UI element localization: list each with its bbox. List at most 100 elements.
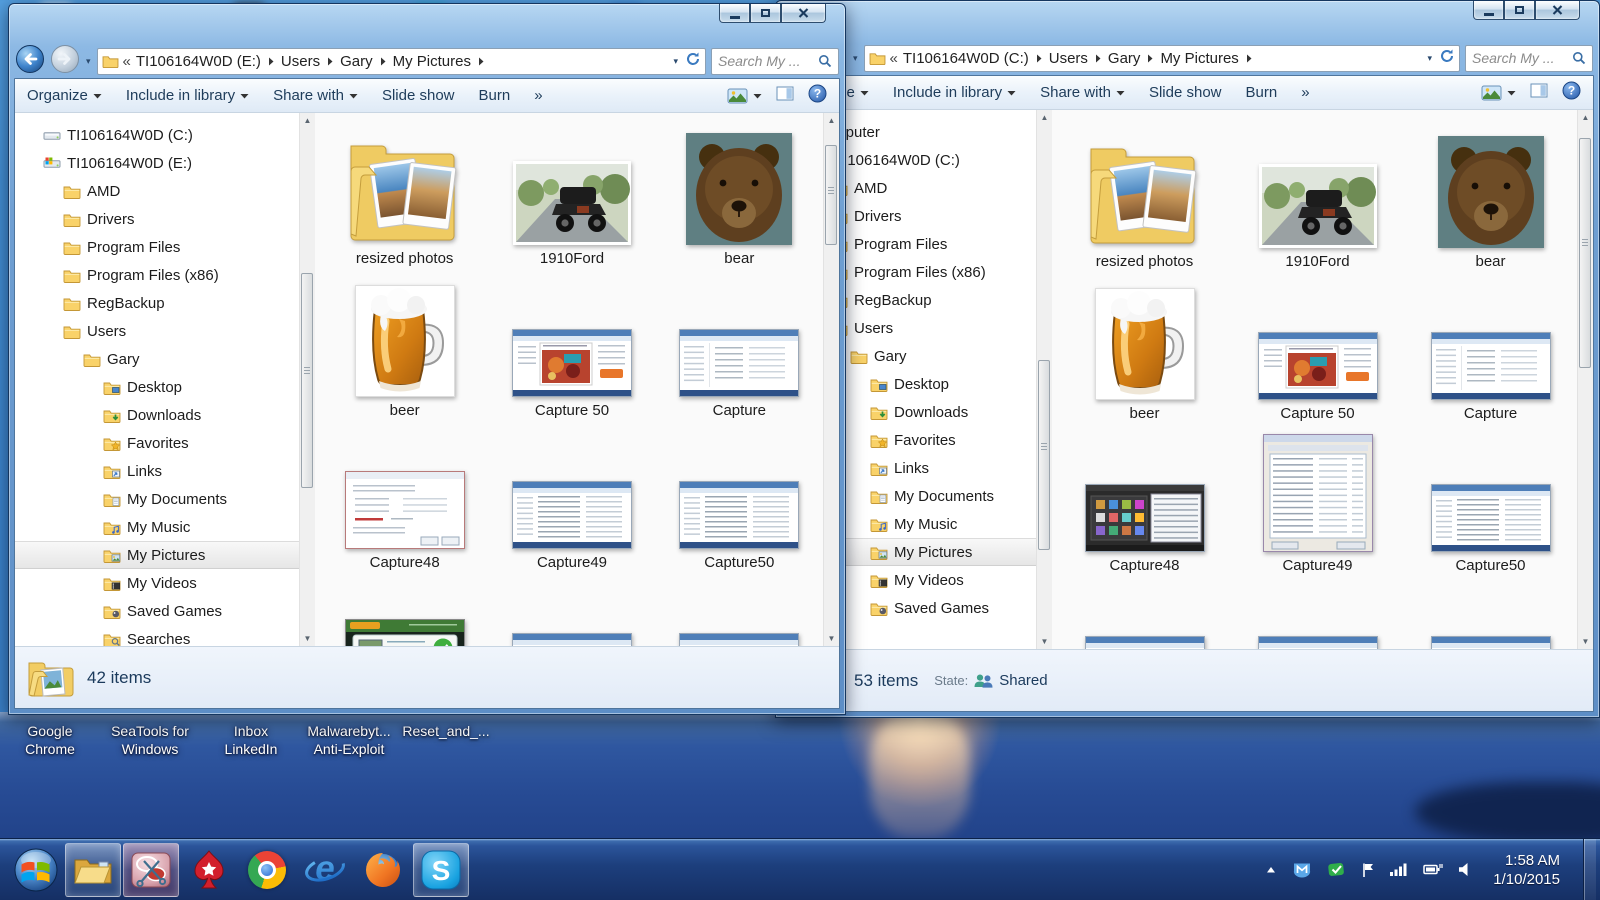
file-item[interactable]: Capture49 [1231,426,1404,578]
taskbar-button-firefox[interactable] [355,843,411,897]
desktop-shortcut-label[interactable]: SeaTools forWindows [92,722,208,758]
file-item[interactable] [1231,578,1404,649]
window-titlebar[interactable] [781,1,1594,41]
toolbar-button[interactable]: Include in library [893,84,1016,101]
taskbar-button-google-chrome[interactable] [239,843,295,897]
taskbar-button-start-orb[interactable] [9,843,63,897]
scroll-up-icon[interactable]: ▲ [1037,110,1052,125]
tray-action-center-flag[interactable] [1361,862,1375,878]
file-item[interactable]: beer [1058,274,1231,426]
desktop-shortcut-label[interactable]: Reset_and_... [388,722,504,740]
file-item[interactable]: bear [656,119,823,271]
breadcrumb-segment[interactable]: My Pictures [393,53,471,70]
file-item[interactable]: Capture50 [656,423,823,575]
close-button[interactable] [781,4,826,23]
tree-item-my-music[interactable]: My Music [15,513,315,541]
tree-item-users[interactable]: Users [15,317,315,345]
taskbar-button-pokerstars[interactable] [181,843,237,897]
close-button[interactable] [1535,1,1580,20]
breadcrumb-segment[interactable]: TI106164W0D (E:) [136,53,261,70]
tray-malwarebytes[interactable] [1292,861,1312,879]
breadcrumb-segment[interactable]: Users [1049,50,1088,67]
toolbar-button[interactable]: » [1301,84,1309,101]
tree-item-downloads[interactable]: Downloads [15,401,315,429]
scroll-down-icon[interactable]: ▼ [300,631,315,646]
tree-item-saved-games[interactable]: Saved Games [15,597,315,625]
search-box[interactable]: Search My ... [1465,45,1593,72]
toolbar-button[interactable]: Share with [273,87,358,104]
taskbar-button-windows-explorer[interactable] [65,843,121,897]
preview-pane-button[interactable] [776,86,794,105]
maximize-button[interactable] [1504,1,1535,20]
toolbar-button[interactable]: Burn [1246,84,1278,101]
toolbar-button[interactable]: » [534,87,542,104]
toolbar-button[interactable]: Slide show [382,87,455,104]
address-bar[interactable]: «TI106164W0D (E:)UsersGaryMy Pictures▾ [97,48,706,75]
toolbar-button[interactable]: Organize [27,87,102,104]
search-box[interactable]: Search My ... [711,48,839,75]
file-item[interactable]: 1910Ford [1231,122,1404,274]
file-item[interactable]: Capture 50 [1231,274,1404,426]
file-item[interactable]: Capture50 [1404,426,1577,578]
file-item[interactable]: 1910Ford [488,119,655,271]
tree-item-my-pictures[interactable]: My Pictures [15,541,315,569]
tree-item-ti106164w0d-e-[interactable]: TI106164W0D (E:) [15,149,315,177]
minimize-button[interactable] [1473,1,1504,20]
views-button[interactable] [727,88,762,104]
back-button[interactable] [15,44,45,79]
scroll-up-icon[interactable]: ▲ [1578,110,1593,125]
file-item[interactable]: resized photos [321,119,488,271]
breadcrumb-segment[interactable]: Gary [340,53,373,70]
tree-item-program-files[interactable]: Program Files [15,233,315,261]
preview-pane-button[interactable] [1530,83,1548,102]
window-titlebar[interactable] [14,4,840,44]
tree-scrollbar[interactable]: ▲▼ [299,113,315,646]
file-item[interactable]: bear [1404,122,1577,274]
forward-button[interactable] [50,44,80,79]
taskbar-button-snipping-tool[interactable] [123,843,179,897]
tree-item-favorites[interactable]: Favorites [15,429,315,457]
file-item[interactable]: Capture48 [1058,426,1231,578]
file-item[interactable] [656,575,823,646]
show-desktop-button[interactable] [1583,839,1596,900]
taskbar-clock[interactable]: 1:58 AM 1/10/2015 [1493,851,1560,889]
tree-item-links[interactable]: Links [15,457,315,485]
toolbar-button[interactable]: Include in library [126,87,249,104]
tree-scrollbar[interactable]: ▲▼ [1036,110,1052,649]
file-item[interactable]: beer [321,271,488,423]
tree-item-searches[interactable]: Searches [15,625,315,646]
breadcrumb-segment[interactable]: Users [281,53,320,70]
tree-item-desktop[interactable]: Desktop [15,373,315,401]
views-button[interactable] [1481,85,1516,101]
content-scrollbar[interactable]: ▲▼ [1577,110,1593,649]
tree-item-my-documents[interactable]: My Documents [15,485,315,513]
taskbar-button-skype[interactable]: S [413,843,469,897]
file-item[interactable]: Capture48 [321,423,488,575]
address-bar[interactable]: «TI106164W0D (C:)UsersGaryMy Pictures▾ [864,45,1460,72]
tree-item-regbackup[interactable]: RegBackup [15,289,315,317]
tree-item-amd[interactable]: AMD [15,177,315,205]
file-item[interactable]: Capture [1404,274,1577,426]
tree-item-gary[interactable]: Gary [15,345,315,373]
address-dropdown[interactable]: ▾ [673,56,678,67]
content-scrollbar[interactable]: ▲▼ [823,113,839,646]
scroll-down-icon[interactable]: ▼ [1578,634,1593,649]
toolbar-button[interactable]: Burn [479,87,511,104]
refresh-button[interactable] [685,51,701,71]
scroll-up-icon[interactable]: ▲ [824,113,839,128]
file-item[interactable] [488,575,655,646]
file-item[interactable] [1058,578,1231,649]
tray-security-ok[interactable] [1327,861,1346,878]
tree-item-ti106164w0d-c-[interactable]: TI106164W0D (C:) [15,121,315,149]
scroll-up-icon[interactable]: ▲ [300,113,315,128]
file-item[interactable] [321,575,488,646]
breadcrumb-segment[interactable]: TI106164W0D (C:) [903,50,1029,67]
help-button[interactable]: ? [1562,81,1581,104]
file-item[interactable]: resized photos [1058,122,1231,274]
tree-item-my-videos[interactable]: My Videos [15,569,315,597]
maximize-button[interactable] [750,4,781,23]
toolbar-button[interactable]: Slide show [1149,84,1222,101]
file-item[interactable] [1404,578,1577,649]
tree-item-drivers[interactable]: Drivers [15,205,315,233]
scroll-down-icon[interactable]: ▼ [1037,634,1052,649]
